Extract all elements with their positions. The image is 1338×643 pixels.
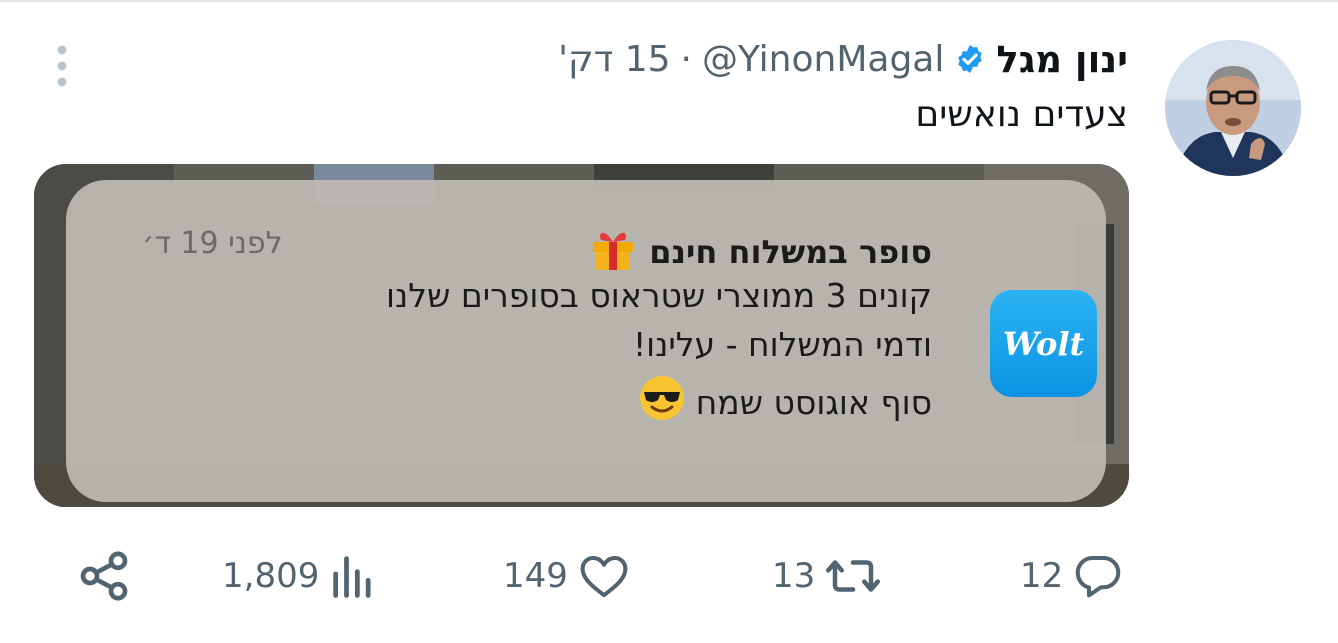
verified-badge-icon[interactable] <box>954 43 986 75</box>
tweet-timestamp[interactable]: 15 דק' <box>558 39 670 80</box>
notification-time: לפני 19 ד׳ <box>142 226 283 261</box>
avatar-image <box>1165 40 1301 176</box>
tweet-media[interactable]: Wolt סופר במשלוח חינם לפני 19 ד׳ קונים 3… <box>34 164 1129 507</box>
reply-icon <box>1071 549 1125 603</box>
reply-count: 12 <box>1020 556 1064 596</box>
retweet-button[interactable]: 13 <box>772 546 883 606</box>
notification-title-row: סופר במשלוח חינם <box>589 224 932 280</box>
wolt-app-icon: Wolt <box>990 290 1097 397</box>
heart-icon <box>576 549 632 603</box>
app-name: Wolt <box>1002 324 1085 363</box>
notification-title: סופר במשלוח חינם <box>649 233 932 271</box>
notification-line: ודמי המשלוח - עלינו! <box>633 325 932 364</box>
share-button[interactable] <box>76 546 132 606</box>
author-handle[interactable]: @YinonMagal <box>702 39 944 80</box>
like-count: 149 <box>503 556 568 596</box>
tweet-header: ינון מגל @YinonMagal · 15 דק' <box>558 34 1128 84</box>
views-button[interactable]: 1,809 <box>222 546 379 606</box>
sunglasses-emoji-icon <box>638 374 686 430</box>
top-divider <box>0 0 1338 2</box>
views-icon <box>327 549 379 603</box>
separator-dot: · <box>680 38 692 80</box>
notification-line-text: סוף אוגוסט שמח <box>695 382 932 422</box>
share-icon <box>76 548 132 604</box>
like-button[interactable]: 149 <box>503 546 632 606</box>
more-options-icon[interactable] <box>48 44 76 88</box>
retweet-count: 13 <box>772 556 816 596</box>
author-name[interactable]: ינון מגל <box>996 38 1128 81</box>
notification-card: Wolt סופר במשלוח חינם לפני 19 ד׳ קונים 3… <box>66 180 1106 502</box>
notification-line: סוף אוגוסט שמח <box>638 374 932 430</box>
avatar[interactable] <box>1165 40 1301 176</box>
notification-line-text: ודמי המשלוח - עלינו! <box>632 325 932 364</box>
notification-line: קונים 3 ממוצרי שטראוס בסופרים שלנו <box>386 276 932 315</box>
retweet-icon <box>823 549 883 603</box>
views-count: 1,809 <box>222 556 320 596</box>
reply-button[interactable]: 12 <box>1020 546 1125 606</box>
gift-emoji-icon <box>589 224 637 280</box>
tweet-text: צעדים נואשים <box>915 94 1128 135</box>
notification-line-text: קונים 3 ממוצרי שטראוס בסופרים שלנו <box>386 276 932 315</box>
